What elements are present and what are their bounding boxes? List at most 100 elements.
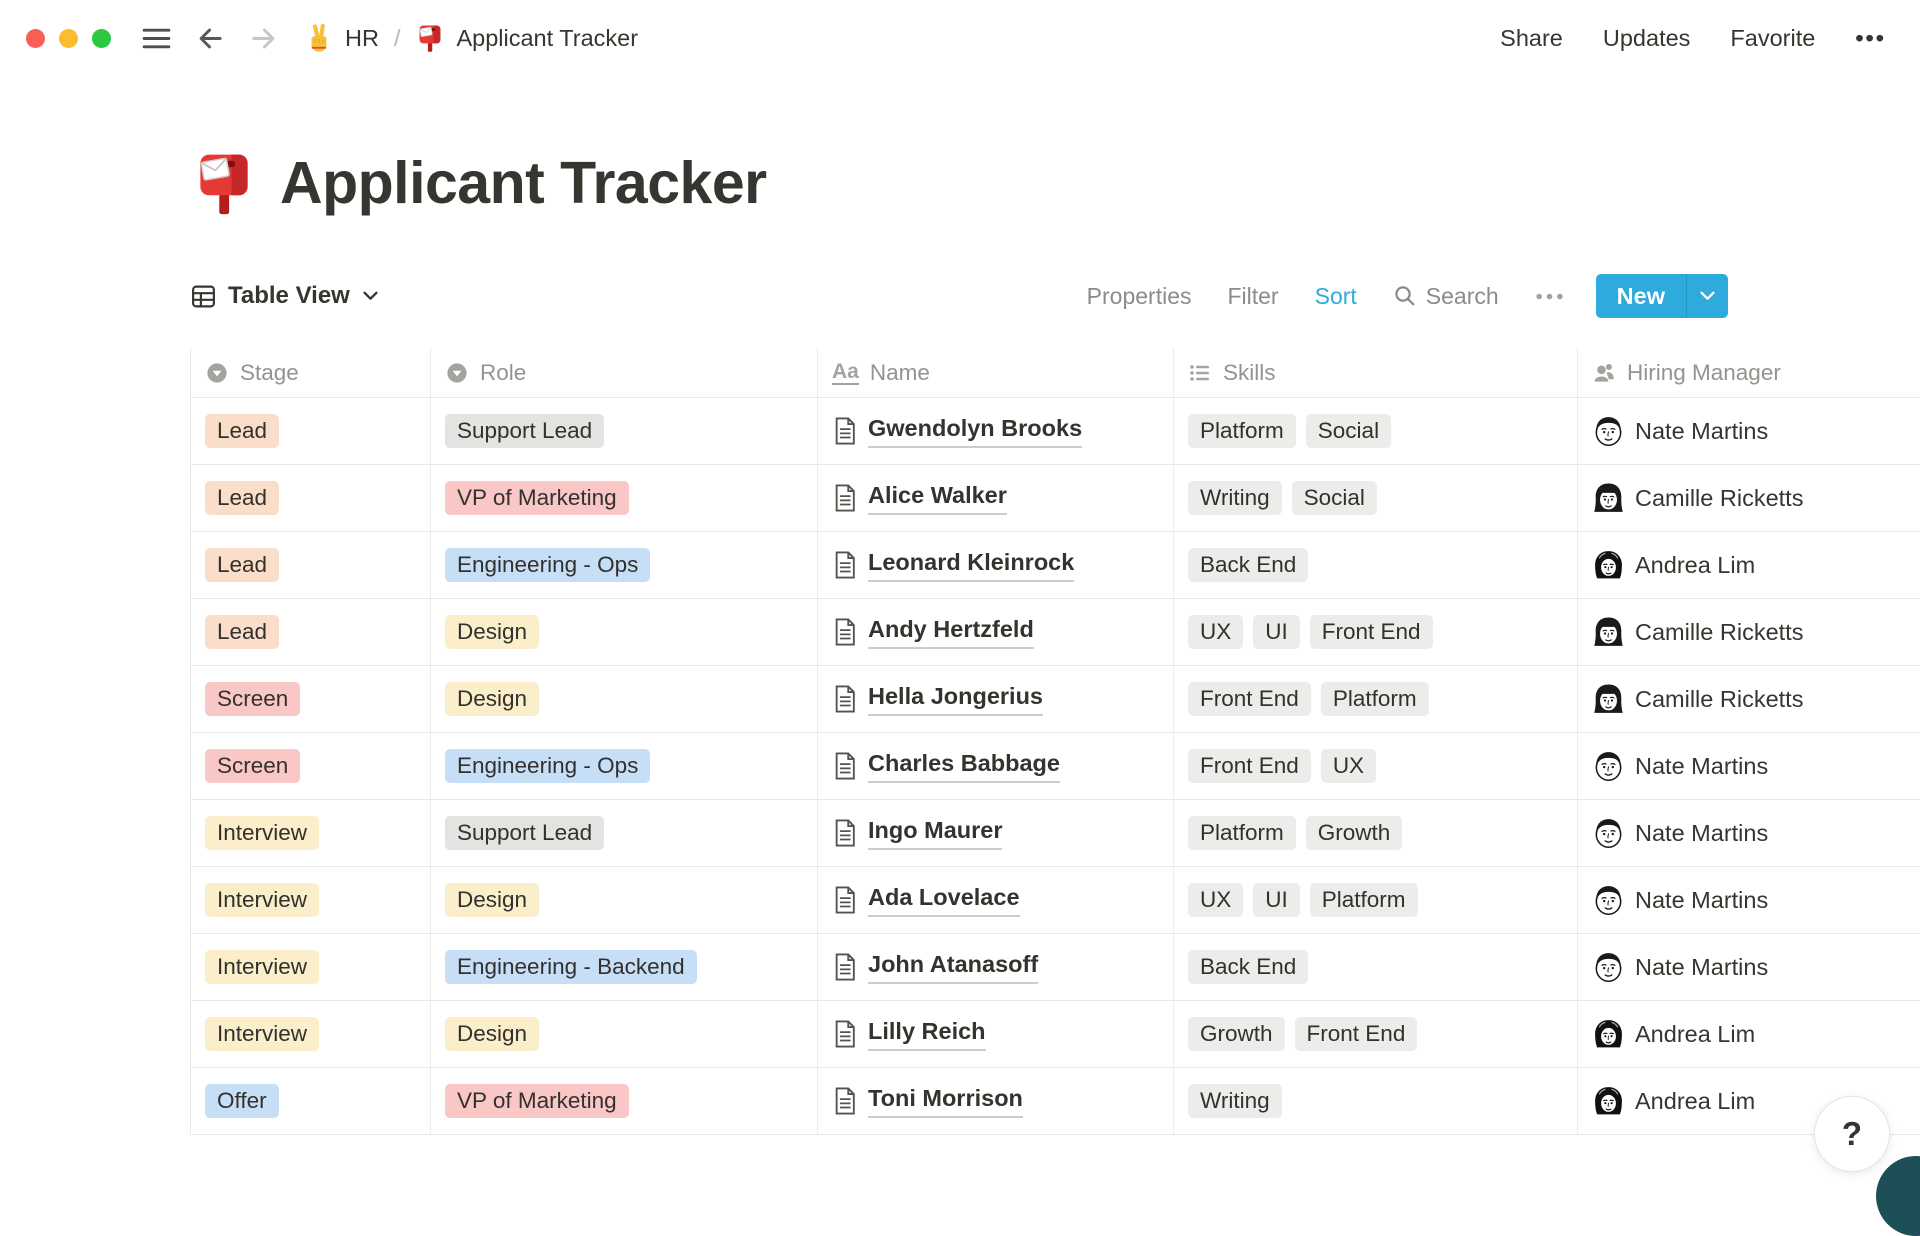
applicant-name-link[interactable]: Alice Walker <box>868 481 1007 515</box>
manager-cell[interactable]: Nate Martins <box>1578 934 1920 1000</box>
name-cell[interactable]: Charles Babbage <box>818 733 1174 799</box>
stage-cell[interactable]: Interview <box>191 867 431 933</box>
applicant-name-link[interactable]: Ingo Maurer <box>868 816 1003 850</box>
role-cell[interactable]: Design <box>431 867 818 933</box>
zoom-window-button[interactable] <box>92 28 111 48</box>
stage-cell[interactable]: Lead <box>191 465 431 531</box>
role-cell[interactable]: VP of Marketing <box>431 465 818 531</box>
name-cell[interactable]: Gwendolyn Brooks <box>818 398 1174 464</box>
search-button[interactable]: Search <box>1393 283 1499 310</box>
column-header-name[interactable]: Aa Name <box>818 348 1174 397</box>
sort-button[interactable]: Sort <box>1315 283 1357 310</box>
chat-bubble-corner[interactable] <box>1876 1156 1920 1236</box>
name-cell[interactable]: Alice Walker <box>818 465 1174 531</box>
name-cell[interactable]: Ada Lovelace <box>818 867 1174 933</box>
back-arrow-icon[interactable] <box>196 24 225 53</box>
name-cell[interactable]: Ingo Maurer <box>818 800 1174 866</box>
help-button[interactable]: ? <box>1814 1096 1890 1172</box>
role-cell[interactable]: Engineering - Ops <box>431 733 818 799</box>
column-header-hiring-manager[interactable]: Hiring Manager <box>1578 348 1920 397</box>
more-options-button[interactable]: ••• <box>1855 25 1886 52</box>
name-cell[interactable]: Andy Hertzfeld <box>818 599 1174 665</box>
stage-cell[interactable]: Offer <box>191 1068 431 1134</box>
manager-cell[interactable]: Nate Martins <box>1578 398 1920 464</box>
skills-cell[interactable]: Front End Platform <box>1174 666 1578 732</box>
table-view-selector[interactable]: Table View <box>190 282 378 310</box>
skills-cell[interactable]: Platform Growth <box>1174 800 1578 866</box>
name-cell[interactable]: Hella Jongerius <box>818 666 1174 732</box>
role-cell[interactable]: Design <box>431 1001 818 1067</box>
properties-button[interactable]: Properties <box>1087 283 1192 310</box>
role-cell[interactable]: Design <box>431 666 818 732</box>
toolbar-more-icon[interactable] <box>1535 292 1564 301</box>
skills-cell[interactable]: Growth Front End <box>1174 1001 1578 1067</box>
skills-cell[interactable]: UX UI Platform <box>1174 867 1578 933</box>
skill-tag: Platform <box>1309 883 1418 917</box>
minimize-window-button[interactable] <box>59 28 78 48</box>
page-document-icon <box>832 885 858 915</box>
skills-cell[interactable]: Back End <box>1174 532 1578 598</box>
applicant-name-link[interactable]: Leonard Kleinrock <box>868 548 1075 582</box>
stage-cell[interactable]: Interview <box>191 800 431 866</box>
manager-cell[interactable]: Camille Ricketts <box>1578 599 1920 665</box>
skills-cell[interactable]: Writing <box>1174 1068 1578 1134</box>
breadcrumb-workspace[interactable]: HR <box>345 25 379 52</box>
applicant-name-link[interactable]: Lilly Reich <box>868 1017 986 1051</box>
name-cell[interactable]: Leonard Kleinrock <box>818 532 1174 598</box>
applicant-name-link[interactable]: Ada Lovelace <box>868 883 1020 917</box>
role-cell[interactable]: VP of Marketing <box>431 1068 818 1134</box>
applicant-name-link[interactable]: Toni Morrison <box>868 1084 1023 1118</box>
column-header-skills[interactable]: Skills <box>1174 348 1578 397</box>
share-button[interactable]: Share <box>1500 25 1563 52</box>
applicant-name-link[interactable]: Hella Jongerius <box>868 682 1043 716</box>
close-window-button[interactable] <box>26 28 45 48</box>
name-cell[interactable]: Lilly Reich <box>818 1001 1174 1067</box>
stage-cell[interactable]: Lead <box>191 398 431 464</box>
role-cell[interactable]: Design <box>431 599 818 665</box>
role-cell[interactable]: Support Lead <box>431 398 818 464</box>
column-header-stage[interactable]: Stage <box>191 348 431 397</box>
role-tag: Design <box>445 682 540 716</box>
column-header-role[interactable]: Role <box>431 348 818 397</box>
applicant-name-link[interactable]: Charles Babbage <box>868 749 1060 783</box>
role-cell[interactable]: Engineering - Backend <box>431 934 818 1000</box>
stage-cell[interactable]: Interview <box>191 1001 431 1067</box>
page-title[interactable]: Applicant Tracker <box>280 146 767 220</box>
favorite-button[interactable]: Favorite <box>1730 25 1815 52</box>
manager-cell[interactable]: Nate Martins <box>1578 800 1920 866</box>
name-cell[interactable]: John Atanasoff <box>818 934 1174 1000</box>
role-cell[interactable]: Engineering - Ops <box>431 532 818 598</box>
stage-cell[interactable]: Lead <box>191 532 431 598</box>
applicant-name-link[interactable]: Andy Hertzfeld <box>868 615 1034 649</box>
filter-button[interactable]: Filter <box>1227 283 1278 310</box>
applicant-name-link[interactable]: John Atanasoff <box>868 950 1039 984</box>
skills-cell[interactable]: UX UI Front End <box>1174 599 1578 665</box>
manager-name: Camille Ricketts <box>1635 685 1804 712</box>
manager-cell[interactable]: Camille Ricketts <box>1578 465 1920 531</box>
stage-cell[interactable]: Screen <box>191 733 431 799</box>
sidebar-menu-icon[interactable] <box>141 25 172 52</box>
applicant-name-link[interactable]: Gwendolyn Brooks <box>868 414 1083 448</box>
table-grid-icon <box>190 283 217 310</box>
role-tag: Support Lead <box>445 414 605 448</box>
skills-cell[interactable]: Back End <box>1174 934 1578 1000</box>
manager-cell[interactable]: Andrea Lim <box>1578 1001 1920 1067</box>
role-cell[interactable]: Support Lead <box>431 800 818 866</box>
stage-cell[interactable]: Lead <box>191 599 431 665</box>
page-mailbox-icon[interactable] <box>190 149 258 217</box>
manager-cell[interactable]: Nate Martins <box>1578 733 1920 799</box>
stage-cell[interactable]: Interview <box>191 934 431 1000</box>
manager-cell[interactable]: Andrea Lim <box>1578 532 1920 598</box>
manager-cell[interactable]: Camille Ricketts <box>1578 666 1920 732</box>
breadcrumb-page[interactable]: Applicant Tracker <box>456 25 638 52</box>
skills-cell[interactable]: Front End UX <box>1174 733 1578 799</box>
stage-cell[interactable]: Screen <box>191 666 431 732</box>
name-cell[interactable]: Toni Morrison <box>818 1068 1174 1134</box>
new-button[interactable]: New <box>1596 274 1686 318</box>
manager-cell[interactable]: Nate Martins <box>1578 867 1920 933</box>
updates-button[interactable]: Updates <box>1603 25 1691 52</box>
skills-cell[interactable]: Writing Social <box>1174 465 1578 531</box>
manager-name: Camille Ricketts <box>1635 484 1804 511</box>
skills-cell[interactable]: Platform Social <box>1174 398 1578 464</box>
new-dropdown-button[interactable] <box>1686 274 1728 318</box>
